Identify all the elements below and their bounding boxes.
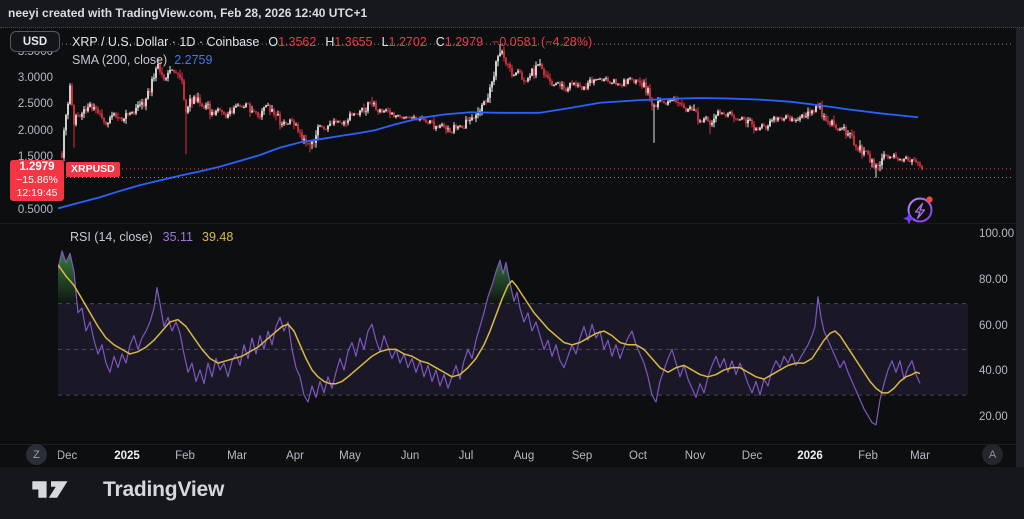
tradingview-widget: neeyi created with TradingView.com, Feb …	[0, 0, 1024, 519]
price-tick: 3.0000	[2, 72, 53, 84]
ohlc-value: 1.2702	[389, 35, 427, 49]
bar-countdown: 12:19:45	[10, 187, 64, 200]
ohlc-pair: O1.3562	[268, 35, 316, 49]
time-tick: Dec	[742, 450, 762, 462]
tradingview-logo-text: TradingView	[103, 478, 224, 502]
time-tick: Aug	[514, 450, 534, 462]
price-tick: 0.5000	[2, 204, 53, 216]
time-tick: Feb	[858, 450, 878, 462]
price-tick: 2.5000	[2, 98, 53, 110]
current-change: −15.86%	[10, 174, 64, 187]
ohlc-letter: H	[325, 35, 334, 49]
ohlc-value: 1.2979	[445, 35, 483, 49]
ohlc-pair: C1.2979	[436, 35, 483, 49]
time-tick: Nov	[685, 450, 705, 462]
rsi-tick: 80.00	[979, 274, 1008, 286]
time-tick: Oct	[629, 450, 647, 462]
symbol-title: XRP / U.S. Dollar · 1D · Coinbase	[72, 35, 259, 49]
ohlc-pair: L1.2702	[382, 35, 427, 49]
time-tick: Mar	[910, 450, 930, 462]
tradingview-logo-icon	[30, 479, 94, 501]
chart-svg[interactable]	[0, 0, 1024, 519]
time-tick: Sep	[572, 450, 592, 462]
rsi-label: RSI (14, close)	[70, 230, 153, 244]
current-price-label: 1.2979 −15.86% 12:19:45	[10, 160, 64, 201]
attribution-text: neeyi created with TradingView.com, Feb …	[8, 6, 367, 20]
sma-label: SMA (200, close)	[72, 53, 167, 67]
time-tick: Dec	[58, 450, 77, 462]
ohlc-letter: O	[268, 35, 278, 49]
ohlc-value: 1.3562	[278, 35, 316, 49]
ohlc-letter: C	[436, 35, 445, 49]
ohlc-letter: L	[382, 35, 389, 49]
rsi-legend: RSI (14, close) 35.11 39.48	[70, 230, 233, 244]
lightning-bolt-icon	[901, 191, 939, 229]
sparkle-icon	[903, 213, 915, 225]
notification-dot	[926, 196, 932, 202]
symbol-legend: XRP / U.S. Dollar · 1D · CoinbaseO1.3562…	[72, 35, 592, 49]
time-tick: 2026	[797, 450, 823, 462]
currency-button[interactable]: USD	[10, 31, 60, 52]
rsi-tick: 40.00	[979, 365, 1008, 377]
time-scale[interactable]: Dec 2025 Feb Mar Apr May Jun Jul Aug Sep Oct Nov Dec…	[0, 444, 1016, 468]
ohlc-values: O1.3562 H1.3655 L1.2702 C1.2979	[259, 35, 483, 49]
ohlc-value: 1.3655	[334, 35, 372, 49]
time-tick: Jun	[401, 450, 420, 462]
rsi-ma-value: 39.48	[202, 230, 233, 244]
symbol-badge: XRPUSD	[66, 162, 120, 177]
time-tick: 2025	[114, 450, 140, 462]
sma-legend: SMA (200, close) 2.2759	[72, 53, 212, 67]
rsi-tick: 20.00	[979, 411, 1008, 423]
attribution-bar: neeyi created with TradingView.com, Feb …	[0, 0, 1024, 28]
rsi-tick: 60.00	[979, 320, 1008, 332]
current-price: 1.2979	[10, 161, 64, 174]
time-tick: Apr	[286, 450, 304, 462]
rsi-tick: 100.00	[979, 228, 1014, 240]
tradingview-logo[interactable]: TradingView	[30, 478, 224, 502]
flash-action-button[interactable]	[901, 191, 939, 229]
time-tick: Jul	[459, 450, 474, 462]
sma-value: 2.2759	[174, 53, 212, 67]
right-gutter	[1016, 28, 1024, 467]
auto-scale-button[interactable]: A	[982, 444, 1003, 465]
rsi-value: 35.11	[163, 230, 193, 244]
time-tick: Mar	[227, 450, 247, 462]
time-tick: Feb	[175, 450, 195, 462]
time-scale-labels: Dec 2025 Feb Mar Apr May Jun Jul Aug Sep Oct Nov Dec…	[58, 445, 968, 468]
ohlc-pair: H1.3655	[325, 35, 372, 49]
change-value: −0.0581 (−4.28%)	[492, 35, 592, 49]
time-tick: May	[339, 450, 361, 462]
timezone-button[interactable]: Z	[26, 444, 47, 465]
price-tick: 2.0000	[2, 125, 53, 137]
